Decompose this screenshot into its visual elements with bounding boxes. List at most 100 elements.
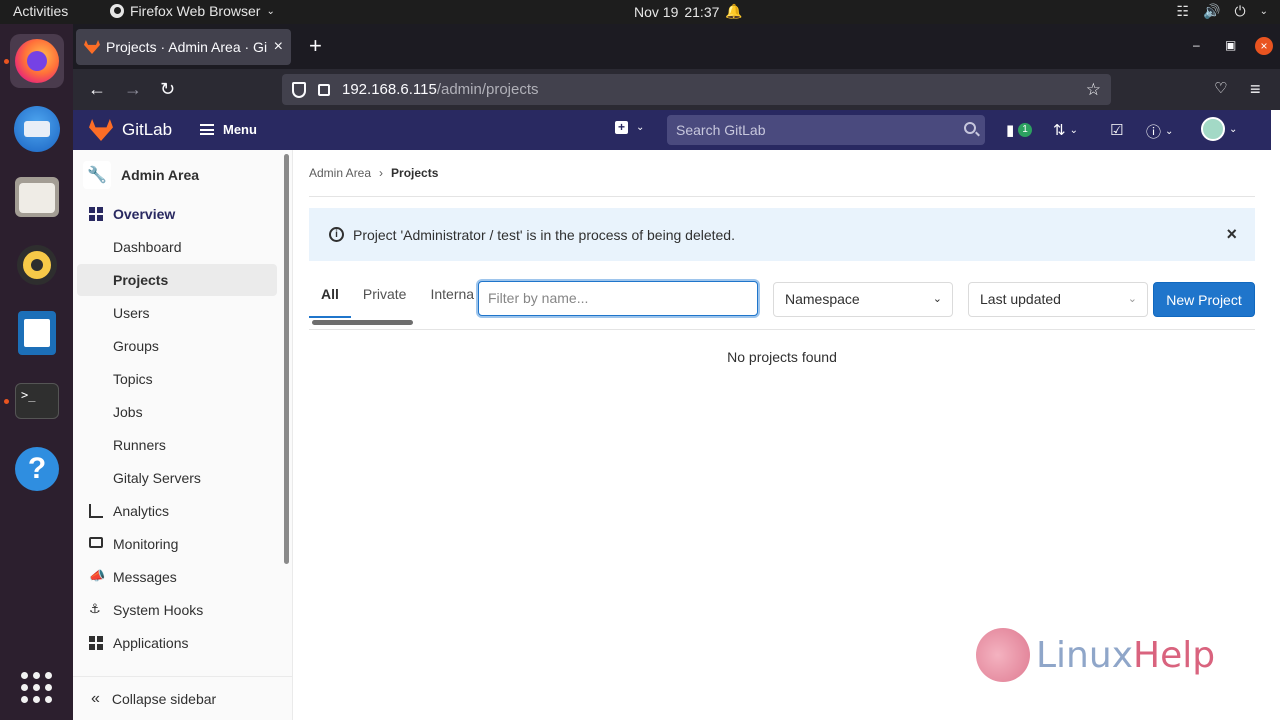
gitlab-brand[interactable]: GitLab bbox=[122, 120, 172, 140]
new-dropdown[interactable]: + ⌄ bbox=[615, 121, 644, 134]
sidebar-item-gitaly-servers[interactable]: Gitaly Servers bbox=[77, 462, 277, 494]
help-circle-icon: ⓘ bbox=[1146, 124, 1162, 141]
gitlab-header: GitLab Menu + ⌄ Search GitLab ▮ 1 ⇅ ⌄ ☑ … bbox=[73, 110, 1271, 150]
menu-button[interactable]: Menu bbox=[200, 122, 257, 137]
sidebar-item-system-hooks[interactable]: ⚓ System Hooks bbox=[77, 594, 277, 626]
pocket-icon[interactable]: ♡ bbox=[1214, 79, 1227, 99]
close-window-button[interactable]: × bbox=[1255, 37, 1273, 55]
breadcrumb-admin-area[interactable]: Admin Area bbox=[309, 166, 371, 180]
libreoffice-writer-icon bbox=[18, 311, 56, 355]
maximize-button[interactable]: ▣ bbox=[1225, 38, 1236, 52]
search-input[interactable]: Search GitLab bbox=[667, 115, 985, 145]
sidebar-item-label: Monitoring bbox=[113, 536, 179, 552]
reload-button[interactable]: ↻ bbox=[160, 79, 175, 99]
sidebar-item-label: Projects bbox=[113, 272, 169, 288]
todos-button[interactable]: ☑ bbox=[1110, 121, 1123, 139]
sidebar-item-applications[interactable]: Applications bbox=[77, 627, 277, 659]
time-text: 21:37 bbox=[684, 3, 720, 20]
tab-private[interactable]: Private bbox=[351, 278, 419, 318]
sidebar-item-groups[interactable]: Groups bbox=[77, 330, 277, 362]
search-icon bbox=[964, 122, 976, 134]
chevron-down-icon: ⌄ bbox=[1259, 6, 1268, 17]
merge-request-icon: ⇅ bbox=[1053, 122, 1066, 139]
megaphone-icon: 📣 bbox=[89, 568, 106, 583]
tab-all[interactable]: All bbox=[309, 278, 351, 318]
issues-button[interactable]: ▮ 1 bbox=[1006, 121, 1032, 139]
sidebar-item-monitoring[interactable]: Monitoring bbox=[77, 528, 277, 560]
deletion-alert: i Project 'Administrator / test' is in t… bbox=[309, 208, 1255, 261]
hamburger-icon bbox=[200, 124, 214, 135]
sidebar-item-topics[interactable]: Topics bbox=[77, 363, 277, 395]
dock-firefox[interactable] bbox=[10, 34, 64, 88]
dock-files[interactable] bbox=[10, 170, 64, 224]
namespace-dropdown[interactable]: Namespace ⌄ bbox=[773, 282, 953, 317]
bookmark-star-icon[interactable]: ☆ bbox=[1086, 80, 1101, 100]
sidebar-header[interactable]: 🔧 Admin Area bbox=[83, 160, 199, 190]
breadcrumb-projects[interactable]: Projects bbox=[391, 166, 438, 180]
sidebar-item-label: Overview bbox=[113, 206, 176, 222]
close-tab-icon[interactable]: × bbox=[274, 38, 283, 56]
back-button[interactable]: ← bbox=[88, 79, 106, 99]
minimize-button[interactable]: – bbox=[1193, 38, 1200, 52]
linuxhelp-logo-icon bbox=[976, 628, 1030, 682]
double-chevron-left-icon: « bbox=[91, 689, 100, 707]
sort-dropdown[interactable]: Last updated ⌄ bbox=[968, 282, 1148, 317]
breadcrumb-separator-icon: › bbox=[379, 166, 384, 180]
dock-writer[interactable] bbox=[10, 306, 64, 360]
ubuntu-top-bar: Activities Firefox Web Browser ⌄ Nov 19 … bbox=[0, 0, 1280, 24]
new-tab-button[interactable]: + bbox=[309, 35, 322, 57]
dock-terminal[interactable]: >_ bbox=[10, 374, 64, 428]
search-placeholder: Search GitLab bbox=[676, 122, 766, 138]
sidebar-item-messages[interactable]: 📣 Messages bbox=[77, 561, 277, 593]
sidebar-item-runners[interactable]: Runners bbox=[77, 429, 277, 461]
sidebar-item-projects[interactable]: Projects bbox=[77, 264, 277, 296]
collapse-sidebar-button[interactable]: « Collapse sidebar bbox=[73, 676, 292, 720]
merge-requests-button[interactable]: ⇅ ⌄ bbox=[1053, 121, 1078, 139]
chevron-down-icon: ⌄ bbox=[932, 293, 942, 305]
issues-icon: ▮ bbox=[1006, 122, 1015, 139]
tabs-scrollbar[interactable] bbox=[312, 320, 413, 325]
insecure-lock-icon[interactable] bbox=[318, 83, 330, 96]
dock-help[interactable]: ? bbox=[10, 442, 64, 496]
breadcrumb: Admin Area › Projects bbox=[309, 166, 438, 180]
user-menu[interactable]: ⌄ bbox=[1201, 117, 1237, 141]
tracking-protection-icon[interactable] bbox=[292, 81, 306, 98]
filter-by-name-input[interactable]: Filter by name... bbox=[478, 281, 758, 316]
divider bbox=[309, 196, 1255, 197]
visibility-tabs: All Private Interna bbox=[309, 278, 486, 318]
address-bar[interactable]: 192.168.6.115 /admin/projects ☆ bbox=[282, 74, 1111, 105]
linuxhelp-watermark: LinuxHelp bbox=[976, 628, 1215, 682]
watermark-text-b: Help bbox=[1133, 634, 1216, 676]
dock-rhythmbox[interactable] bbox=[10, 238, 64, 292]
show-applications-icon[interactable] bbox=[21, 672, 53, 704]
network-icon: ☷ bbox=[1176, 3, 1190, 19]
forward-button[interactable]: → bbox=[124, 79, 142, 99]
dock-thunderbird[interactable] bbox=[10, 102, 64, 156]
sidebar-item-overview[interactable]: Overview bbox=[77, 198, 277, 230]
sidebar-item-analytics[interactable]: Analytics bbox=[77, 495, 277, 527]
activities-button[interactable]: Activities bbox=[13, 3, 68, 19]
system-tray[interactable]: ☷ 🔊 ⏻ ⌄ bbox=[1177, 3, 1268, 20]
alert-text: Project 'Administrator / test' is in the… bbox=[353, 226, 735, 243]
menu-label: Menu bbox=[223, 122, 257, 137]
files-icon bbox=[15, 177, 59, 217]
browser-tab[interactable]: Projects · Admin Area · Gi × bbox=[76, 29, 291, 65]
sidebar-scrollbar[interactable] bbox=[284, 154, 289, 564]
help-dropdown[interactable]: ⓘ ⌄ bbox=[1146, 121, 1173, 142]
close-icon[interactable]: × bbox=[1226, 224, 1237, 245]
new-project-button[interactable]: New Project bbox=[1153, 282, 1255, 317]
plus-square-icon: + bbox=[615, 121, 628, 134]
sidebar-item-users[interactable]: Users bbox=[77, 297, 277, 329]
hamburger-menu-icon[interactable]: ≡ bbox=[1250, 79, 1261, 99]
terminal-icon: >_ bbox=[15, 383, 59, 419]
tab-internal[interactable]: Interna bbox=[418, 278, 486, 318]
sidebar-item-dashboard[interactable]: Dashboard bbox=[77, 231, 277, 263]
info-icon: i bbox=[329, 227, 344, 242]
chevron-down-icon: ⌄ bbox=[266, 5, 275, 17]
collapse-sidebar-label: Collapse sidebar bbox=[111, 690, 217, 707]
chevron-down-icon: ⌄ bbox=[1069, 124, 1078, 136]
sidebar-item-jobs[interactable]: Jobs bbox=[77, 396, 277, 428]
gitlab-logo-icon[interactable] bbox=[89, 119, 113, 141]
clock[interactable]: Nov 19 21:37 🔔 bbox=[634, 3, 743, 20]
app-menu[interactable]: Firefox Web Browser ⌄ bbox=[110, 3, 275, 19]
